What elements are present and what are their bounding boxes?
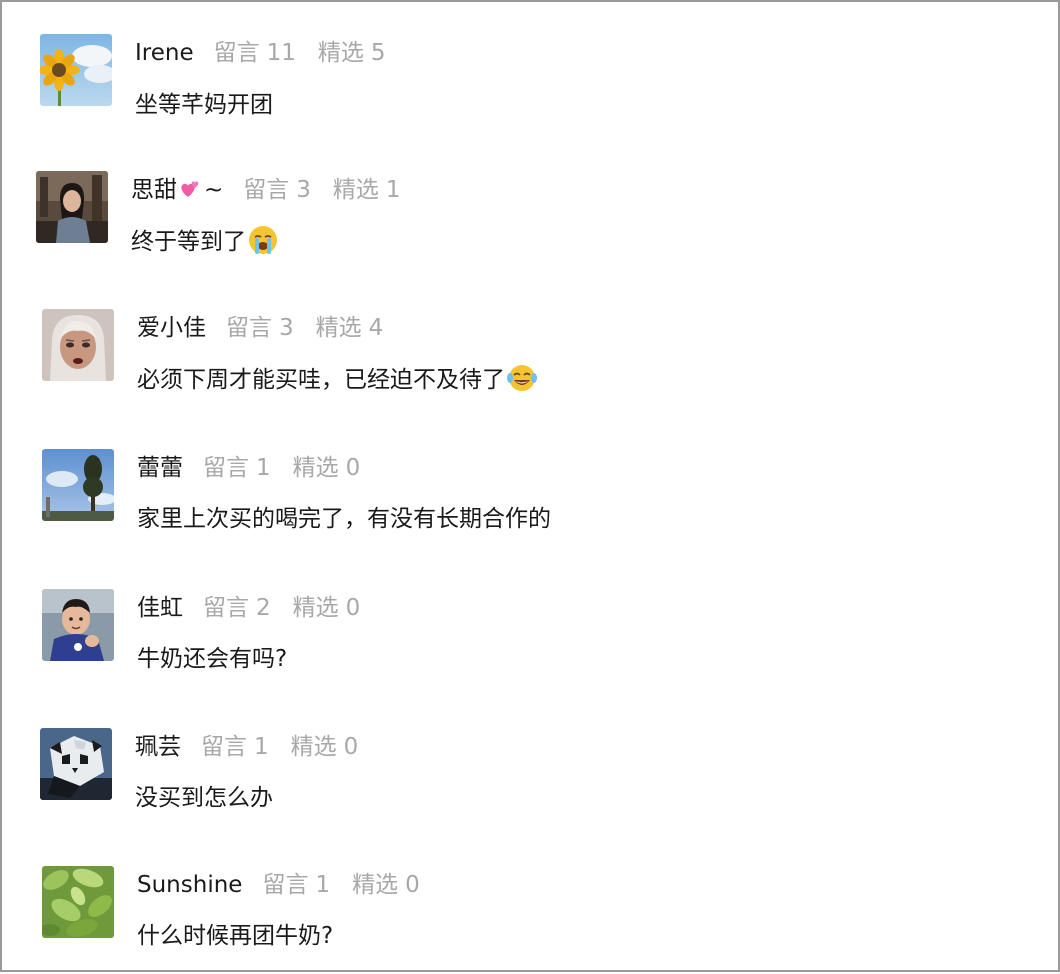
comment-meta: 爱小佳 留言 3 精选 4	[137, 311, 383, 345]
avatar[interactable]	[36, 171, 108, 243]
comment-text: 牛奶还会有吗?	[137, 646, 288, 672]
comment-text: 终于等到了	[131, 224, 279, 260]
comment-count: 留言 3	[226, 315, 294, 341]
comment-meta: 蕾蕾 留言 1 精选 0	[137, 451, 360, 485]
author-name[interactable]: 蕾蕾	[137, 455, 183, 481]
comment-count: 留言 11	[213, 40, 296, 66]
avatar[interactable]	[42, 866, 114, 938]
panda-sculpture-avatar-icon	[40, 728, 112, 800]
comment-count: 留言 2	[203, 595, 271, 621]
two-hearts-emoji-icon	[181, 181, 199, 197]
comment-text: 什么时候再团牛奶?	[137, 923, 334, 949]
comment-meta: Sunshine 留言 1 精选 0	[137, 868, 420, 902]
avatar[interactable]	[42, 589, 114, 661]
avatar[interactable]	[42, 309, 114, 381]
comment-item: 蕾蕾 留言 1 精选 0 家里上次买的喝完了，有没有长期合作的	[2, 447, 1002, 557]
comment-item: Sunshine 留言 1 精选 0 什么时候再团牛奶?	[2, 864, 1002, 974]
featured-count: 精选 5	[317, 40, 386, 66]
boy-photo-avatar-icon	[42, 589, 114, 661]
comment-item: 佳虹 留言 2 精选 0 牛奶还会有吗?	[2, 587, 1002, 697]
comment-text: 坐等芊妈开团	[135, 92, 273, 118]
comment-text: 没买到怎么办	[135, 785, 273, 811]
avatar[interactable]	[42, 449, 114, 521]
comment-item: 珮芸 留言 1 精选 0 没买到怎么办	[2, 726, 1002, 836]
comments-panel: Irene 留言 11 精选 5 坐等芊妈开团 思甜 ~ 留言 3 精选 1 终于等到了	[0, 0, 1060, 972]
featured-count: 精选 0	[290, 734, 359, 760]
avatar[interactable]	[40, 34, 112, 106]
featured-count: 精选 0	[352, 872, 420, 898]
comment-count: 留言 1	[262, 872, 331, 898]
tree-sky-avatar-icon	[42, 449, 114, 521]
comment-meta: 珮芸 留言 1 精选 0	[135, 730, 358, 764]
featured-count: 精选 0	[292, 595, 361, 621]
author-name[interactable]: 佳虹	[137, 595, 183, 621]
author-name[interactable]: 珮芸	[135, 734, 181, 760]
comment-text: 必须下周才能买哇，已经迫不及待了	[137, 362, 538, 398]
comment-item: Irene 留言 11 精选 5 坐等芊妈开团	[2, 32, 1002, 142]
comment-meta: 思甜 ~ 留言 3 精选 1	[131, 173, 401, 207]
illustrated-girl-avatar-icon	[42, 309, 114, 381]
loudly-crying-face-emoji-icon	[249, 226, 277, 254]
featured-count: 精选 4	[315, 315, 384, 341]
author-name[interactable]: 爱小佳	[137, 315, 206, 341]
comment-meta: 佳虹 留言 2 精选 0	[137, 591, 360, 625]
green-leaves-avatar-icon	[42, 866, 114, 938]
comment-count: 留言 1	[201, 734, 269, 760]
sunflower-sky-avatar-icon	[40, 34, 112, 106]
featured-count: 精选 0	[292, 455, 361, 481]
woman-portrait-avatar-icon	[36, 171, 108, 243]
tears-of-joy-emoji-icon	[507, 365, 537, 391]
comment-meta: Irene 留言 11 精选 5	[135, 36, 386, 70]
featured-count: 精选 1	[332, 177, 401, 203]
comment-count: 留言 1	[203, 455, 271, 481]
comment-text: 家里上次买的喝完了，有没有长期合作的	[137, 506, 551, 532]
comment-item: 思甜 ~ 留言 3 精选 1 终于等到了	[2, 169, 1002, 279]
comment-count: 留言 3	[243, 177, 311, 203]
author-name[interactable]: Irene	[135, 40, 194, 66]
author-name[interactable]: Sunshine	[137, 872, 242, 898]
comment-item: 爱小佳 留言 3 精选 4 必须下周才能买哇，已经迫不及待了	[2, 307, 1002, 417]
avatar[interactable]	[40, 728, 112, 800]
author-name[interactable]: 思甜 ~	[131, 177, 223, 203]
